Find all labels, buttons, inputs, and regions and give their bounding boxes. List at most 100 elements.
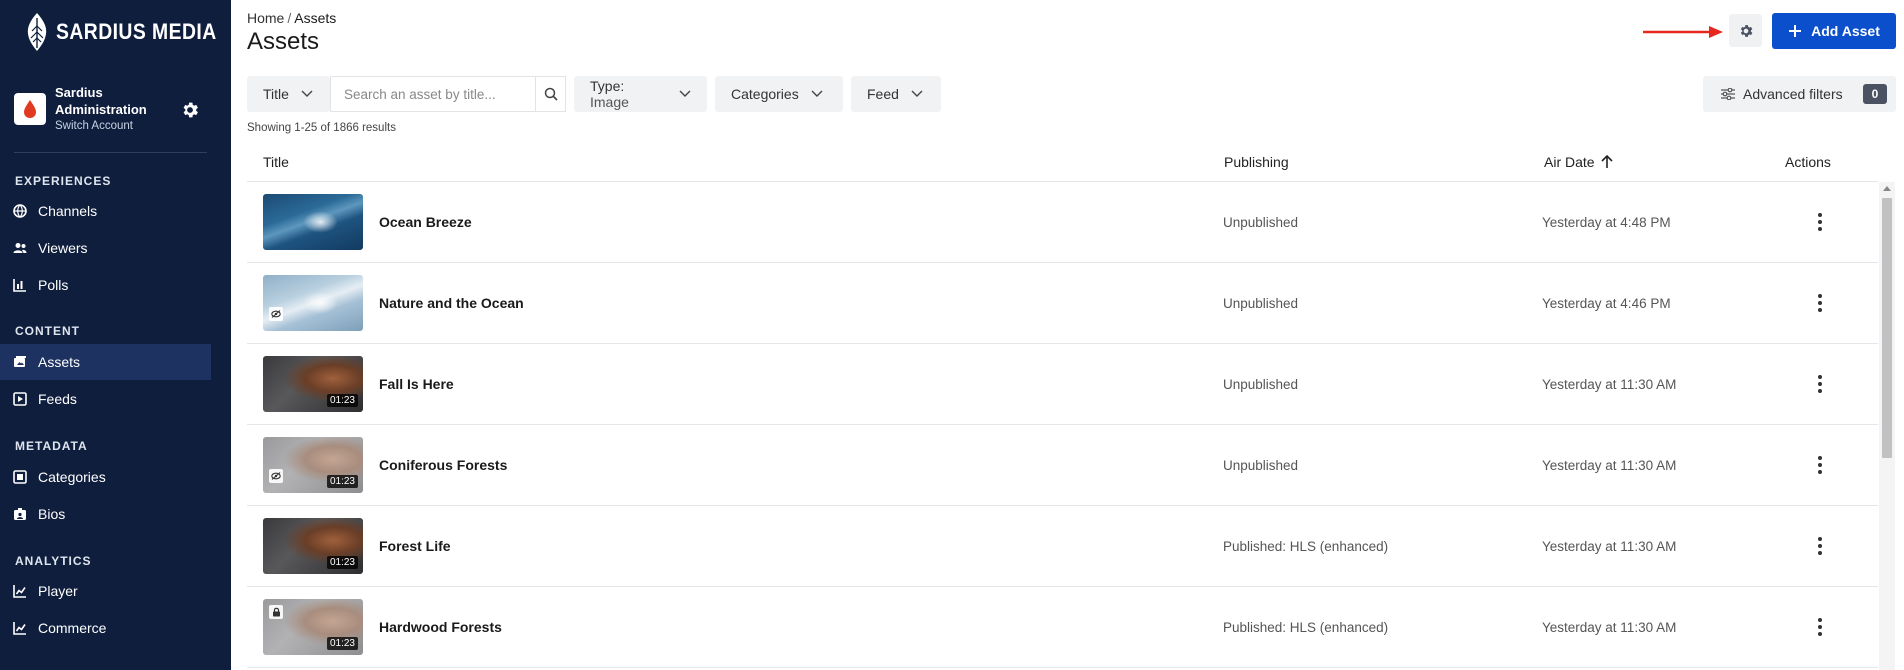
sidebar-item-viewers[interactable]: Viewers	[0, 230, 211, 266]
sidebar-item-player[interactable]: Player	[0, 573, 211, 609]
feed-filter-dropdown[interactable]: Feed	[851, 76, 941, 112]
table-scrollbar[interactable]	[1879, 182, 1895, 670]
asset-air-date: Yesterday at 11:30 AM	[1542, 620, 1677, 635]
brand-logo[interactable]: SARDIUS MEDIA	[26, 10, 239, 54]
asset-thumbnail[interactable]: 01:23	[263, 599, 363, 655]
asset-thumbnail[interactable]	[263, 275, 363, 331]
sidebar-item-label: Player	[38, 583, 78, 599]
sidebar: SARDIUS MEDIA Sardius Administration Swi…	[0, 0, 231, 670]
row-actions-menu-button[interactable]	[1810, 615, 1830, 639]
asset-publishing-status: Published: HLS (enhanced)	[1223, 539, 1389, 554]
kebab-menu-icon	[1818, 537, 1822, 555]
page-title: Assets	[247, 28, 320, 55]
sidebar-item-label: Categories	[38, 469, 106, 485]
row-actions-menu-button[interactable]	[1810, 453, 1830, 477]
hidden-eye-icon	[269, 469, 283, 483]
table-row[interactable]: 01:23 Forest Life Published: HLS (enhanc…	[247, 506, 1878, 587]
title-filter-dropdown[interactable]: Title	[247, 76, 330, 112]
asset-title[interactable]: Ocean Breeze	[379, 214, 472, 230]
chevron-down-icon	[679, 90, 691, 97]
gear-icon	[1740, 24, 1752, 37]
row-actions-menu-button[interactable]	[1810, 372, 1830, 396]
asset-thumbnail[interactable]: 01:23	[263, 437, 363, 493]
row-actions-menu-button[interactable]	[1810, 534, 1830, 558]
column-header-air-date[interactable]: Air Date	[1544, 154, 1613, 170]
advanced-filters-button[interactable]: Advanced filters 0	[1703, 76, 1896, 112]
categories-icon	[13, 470, 27, 484]
asset-duration-badge: 01:23	[326, 637, 358, 650]
sort-arrow-up-icon	[1601, 155, 1613, 168]
column-header-actions: Actions	[1785, 154, 1831, 170]
asset-title[interactable]: Forest Life	[379, 538, 451, 554]
hidden-eye-icon	[269, 307, 283, 321]
breadcrumb-home[interactable]: Home	[247, 10, 284, 26]
asset-thumbnail[interactable]: 01:23	[263, 518, 363, 574]
sidebar-item-assets[interactable]: Assets	[0, 344, 211, 380]
commerce-chart-icon	[13, 621, 27, 635]
asset-publishing-status: Unpublished	[1223, 458, 1299, 473]
column-header-title[interactable]: Title	[263, 154, 289, 170]
section-label-analytics: ANALYTICS	[15, 554, 92, 568]
asset-publishing-status: Unpublished	[1223, 215, 1299, 230]
sidebar-item-label: Viewers	[38, 240, 88, 256]
section-label-content: CONTENT	[15, 324, 80, 338]
sidebar-item-polls[interactable]: Polls	[0, 267, 211, 303]
search-input[interactable]	[344, 86, 504, 102]
sidebar-item-label: Polls	[38, 277, 69, 293]
type-filter-dropdown[interactable]: Type: Image	[574, 76, 707, 112]
sidebar-item-feeds[interactable]: Feeds	[0, 381, 211, 417]
sidebar-item-categories[interactable]: Categories	[0, 459, 211, 495]
sidebar-item-bios[interactable]: Bios	[0, 496, 211, 532]
search-button[interactable]	[536, 76, 566, 112]
thumbnail-foam	[303, 291, 338, 315]
asset-title[interactable]: Coniferous Forests	[379, 457, 507, 473]
sidebar-item-label: Assets	[38, 354, 81, 370]
asset-air-date: Yesterday at 4:46 PM	[1542, 296, 1671, 311]
chevron-down-icon	[911, 90, 923, 97]
account-switcher[interactable]: Sardius Administration Switch Account	[14, 84, 210, 152]
sidebar-item-label: Bios	[38, 506, 66, 522]
asset-air-date: Yesterday at 11:30 AM	[1542, 377, 1677, 392]
add-asset-button[interactable]: Add Asset	[1772, 13, 1896, 49]
analytics-chart-icon	[13, 584, 27, 598]
scroll-up-arrow-icon[interactable]	[1883, 186, 1891, 191]
asset-publishing-status: Published: HLS (enhanced)	[1223, 620, 1389, 635]
sliders-icon	[1721, 88, 1735, 100]
table-row[interactable]: Nature and the Ocean Unpublished Yesterd…	[247, 263, 1878, 344]
account-avatar	[14, 93, 46, 125]
poll-chart-icon	[13, 278, 27, 292]
brand-name: SARDIUS MEDIA	[56, 19, 217, 44]
assets-icon	[13, 355, 27, 369]
kebab-menu-icon	[1818, 213, 1822, 231]
type-filter-value: Image	[590, 94, 629, 110]
search-box	[330, 76, 536, 112]
table-row[interactable]: Ocean Breeze Unpublished Yesterday at 4:…	[247, 182, 1878, 263]
sidebar-item-commerce[interactable]: Commerce	[0, 610, 211, 646]
breadcrumb-current: Assets	[294, 10, 337, 26]
sidebar-item-label: Channels	[38, 203, 98, 219]
table-row[interactable]: 01:23 Fall Is Here Unpublished Yesterday…	[247, 344, 1878, 425]
sidebar-item-label: Feeds	[38, 391, 77, 407]
asset-thumbnail[interactable]: 01:23	[263, 356, 363, 412]
row-actions-menu-button[interactable]	[1810, 291, 1830, 315]
row-actions-menu-button[interactable]	[1810, 210, 1830, 234]
account-settings-gear-icon[interactable]	[180, 100, 200, 120]
plus-icon	[1789, 25, 1802, 37]
categories-filter-dropdown[interactable]: Categories	[715, 76, 843, 112]
switch-account-link[interactable]: Switch Account	[55, 120, 133, 132]
table-row[interactable]: 01:23 Hardwood Forests Published: HLS (e…	[247, 587, 1878, 668]
feed-filter-label: Feed	[867, 86, 899, 102]
column-header-publishing[interactable]: Publishing	[1224, 154, 1289, 170]
sidebar-item-channels[interactable]: Channels	[0, 193, 211, 229]
scrollbar-thumb[interactable]	[1882, 198, 1892, 458]
asset-title[interactable]: Fall Is Here	[379, 376, 454, 392]
page-settings-button[interactable]	[1729, 14, 1762, 47]
table-row[interactable]: 01:23 Coniferous Forests Unpublished Yes…	[247, 425, 1878, 506]
thumbnail-foam	[303, 210, 338, 234]
type-filter-key: Type:	[590, 78, 625, 94]
asset-publishing-status: Unpublished	[1223, 377, 1299, 392]
asset-thumbnail[interactable]	[263, 194, 363, 250]
asset-title[interactable]: Hardwood Forests	[379, 619, 502, 635]
users-icon	[13, 241, 27, 255]
asset-title[interactable]: Nature and the Ocean	[379, 295, 524, 311]
